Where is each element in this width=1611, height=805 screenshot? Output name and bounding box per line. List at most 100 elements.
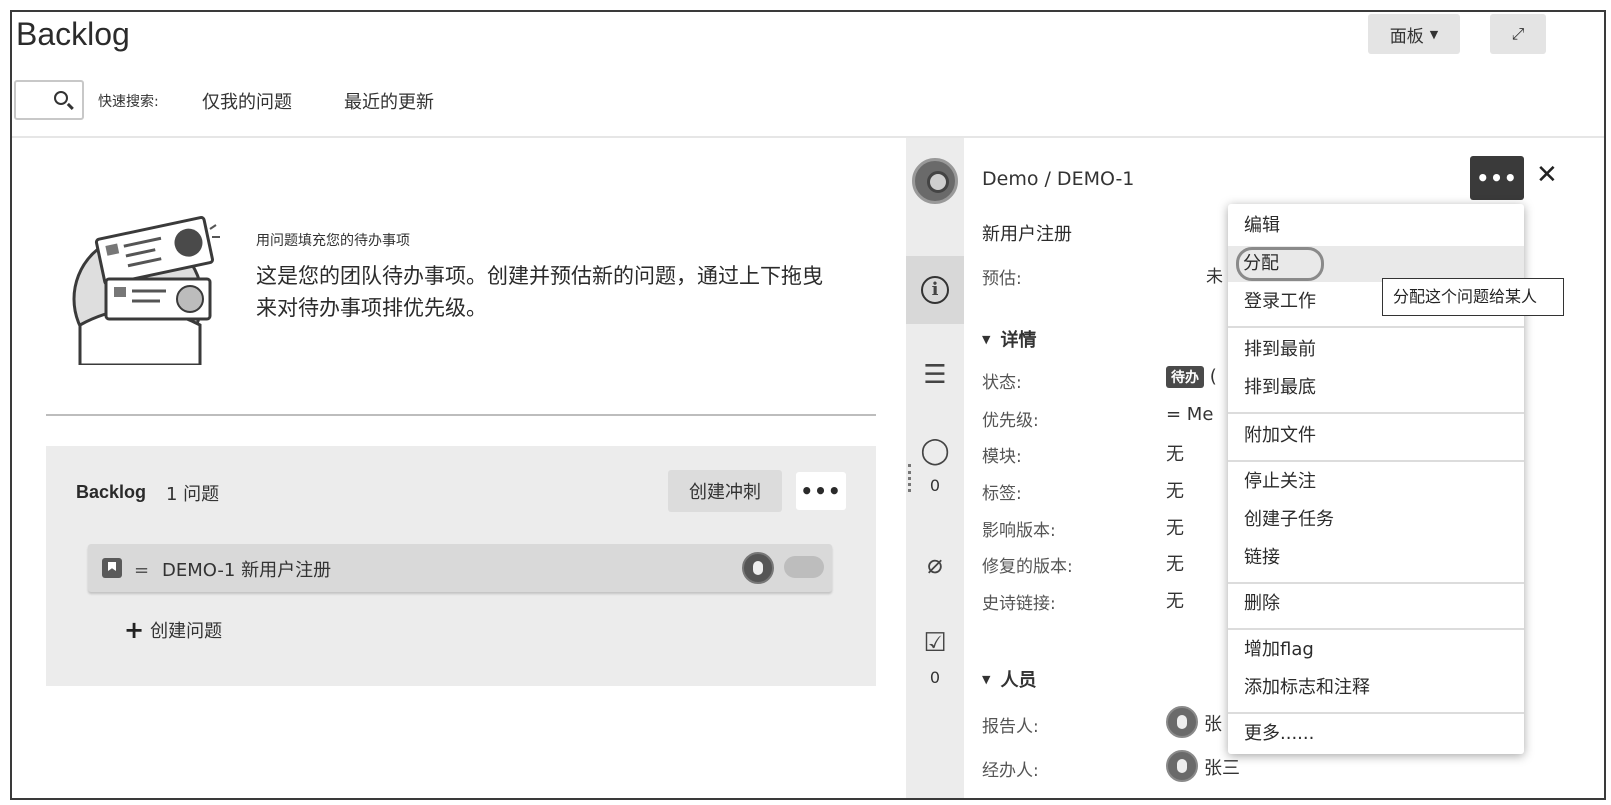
menu-divider	[1228, 712, 1524, 714]
menu-item-more[interactable]: 更多......	[1228, 716, 1524, 752]
menu-item-assign-label: 分配	[1236, 247, 1324, 281]
subtask-count: 0	[929, 668, 941, 687]
reporter-label: 报告人:	[982, 717, 1039, 737]
backlog-more-button[interactable]: •••	[796, 472, 846, 510]
status-value[interactable]: 待办 (	[1166, 366, 1217, 388]
info-icon: i	[921, 276, 949, 304]
project-avatar	[912, 158, 958, 204]
menu-divider	[1228, 412, 1524, 414]
priority-label: 优先级:	[982, 411, 1039, 431]
issue-key-summary[interactable]: DEMO-1 新用户注册	[162, 556, 331, 582]
comment-count: 0	[929, 476, 941, 495]
affects-version-value[interactable]: 无	[1166, 514, 1184, 540]
close-icon[interactable]: ✕	[1536, 160, 1558, 190]
labels-label: 标签:	[982, 484, 1022, 504]
expand-button[interactable]: ⤢	[1490, 14, 1546, 54]
menu-divider	[1228, 628, 1524, 630]
expand-icon: ⤢	[1511, 24, 1525, 43]
board-dropdown-button[interactable]: 面板 ▼	[1368, 14, 1460, 54]
description-icon: ☰	[923, 360, 947, 390]
empty-state-description: 这是您的团队待办事项。创建并预估新的问题，通过上下拖曳来对待办事项排优先级。	[256, 264, 823, 320]
epic-link-label: 史诗链接:	[982, 594, 1056, 614]
estimate-badge	[784, 556, 824, 578]
chevron-down-icon: ▼	[982, 332, 991, 346]
issue-actions-button[interactable]: •••	[1470, 156, 1524, 200]
reporter-name[interactable]: 张	[1204, 710, 1222, 736]
component-label: 模块:	[982, 447, 1022, 467]
issue-breadcrumb[interactable]: Demo / DEMO-1	[982, 168, 1134, 190]
issue-key: DEMO-1	[162, 560, 236, 581]
create-sprint-button[interactable]: 创建冲刺	[668, 470, 782, 512]
comment-icon: ◯	[920, 436, 950, 466]
backlog-empty-illustration	[72, 216, 220, 365]
menu-item-add-flag[interactable]: 增加flag	[1228, 632, 1524, 668]
menu-item-rank-top[interactable]: 排到最前	[1228, 332, 1524, 368]
estimate-value[interactable]: 未	[1206, 262, 1223, 287]
quick-search-label: 快速搜索:	[98, 94, 159, 110]
priority-value[interactable]: = Me	[1166, 404, 1213, 425]
rail-subtasks-tab[interactable]: ☑	[906, 628, 964, 658]
backlog-issue-row[interactable]: = DEMO-1 新用户注册	[88, 544, 832, 592]
chevron-down-icon: ▼	[982, 672, 991, 686]
quick-filter-recent-updates[interactable]: 最近的更新	[344, 88, 434, 114]
story-type-icon	[102, 558, 122, 578]
assign-tooltip: 分配这个问题给某人	[1382, 278, 1564, 316]
paperclip-icon: ⌀	[927, 550, 943, 580]
empty-state-heading: 用问题填充您的待办事项	[256, 233, 410, 249]
assignee-avatar[interactable]	[742, 552, 774, 584]
rail-attachments-tab[interactable]: ⌀	[906, 550, 964, 580]
resize-handle[interactable]	[908, 464, 911, 492]
epic-link-value[interactable]: 无	[1166, 587, 1184, 613]
quick-filter-my-issues[interactable]: 仅我的问题	[202, 88, 292, 114]
estimate-label: 预估:	[982, 269, 1022, 289]
details-heading: 详情	[1000, 330, 1037, 351]
search-input[interactable]	[14, 80, 84, 120]
fix-version-label: 修复的版本:	[982, 557, 1073, 577]
menu-item-rank-bottom[interactable]: 排到最底	[1228, 370, 1524, 406]
menu-item-add-flag-comment[interactable]: 添加标志和注释	[1228, 670, 1524, 706]
rail-description-tab[interactable]: ☰	[906, 360, 964, 390]
menu-item-assign[interactable]: 分配	[1228, 246, 1524, 282]
component-value[interactable]: 无	[1166, 440, 1184, 466]
backlog-title: Backlog	[76, 482, 147, 502]
rail-details-tab[interactable]: i	[906, 272, 964, 304]
status-badge: 待办	[1166, 366, 1204, 388]
section-divider	[46, 414, 876, 416]
chevron-down-icon: ▼	[1429, 27, 1439, 41]
status-label: 状态:	[982, 373, 1022, 393]
labels-value[interactable]: 无	[1166, 477, 1184, 503]
issue-summary-title[interactable]: 新用户注册	[982, 220, 1072, 246]
search-icon	[54, 91, 68, 105]
backlog-issue-count: 1 问题	[166, 484, 220, 505]
board-button-label: 面板	[1389, 26, 1424, 47]
issue-detail-rail: i ☰ ◯ 0 ⌀ ☑ 0	[906, 138, 964, 798]
menu-item-stop-watching[interactable]: 停止关注	[1228, 464, 1524, 500]
fix-version-value[interactable]: 无	[1166, 550, 1184, 576]
menu-divider	[1228, 582, 1524, 584]
app-frame: Backlog 面板 ▼ ⤢ 快速搜索: 仅我的问题 最近的更新 用问题填充您的…	[10, 10, 1606, 800]
menu-item-create-subtask[interactable]: 创建子任务	[1228, 502, 1524, 538]
assignee-name[interactable]: 张三	[1204, 754, 1240, 780]
details-section-header[interactable]: ▼ 详情	[982, 326, 1036, 352]
issue-summary: 新用户注册	[241, 560, 332, 581]
people-heading: 人员	[1000, 670, 1037, 691]
plus-icon: +	[124, 616, 145, 644]
status-suffix: (	[1209, 366, 1217, 387]
menu-item-link[interactable]: 链接	[1228, 540, 1524, 576]
create-issue-button[interactable]: + 创建问题	[124, 616, 222, 644]
assignee-label: 经办人:	[982, 761, 1039, 781]
menu-divider	[1228, 460, 1524, 462]
affects-version-label: 影响版本:	[982, 521, 1056, 541]
assignee-avatar	[1166, 750, 1198, 782]
backlog-section: Backlog 1 问题 创建冲刺 ••• = DEMO-1 新用户注册 + 创…	[46, 446, 876, 686]
menu-divider	[1228, 326, 1524, 328]
checkbox-icon: ☑	[923, 628, 947, 658]
page-title: Backlog	[16, 16, 130, 52]
priority-medium-icon: =	[134, 560, 150, 581]
menu-item-attach-files[interactable]: 附加文件	[1228, 418, 1524, 454]
create-issue-label: 创建问题	[150, 621, 223, 642]
people-section-header[interactable]: ▼ 人员	[982, 666, 1036, 692]
menu-item-delete[interactable]: 删除	[1228, 586, 1524, 622]
menu-item-edit[interactable]: 编辑	[1228, 208, 1524, 244]
rail-comments-tab[interactable]: ◯	[906, 436, 964, 466]
